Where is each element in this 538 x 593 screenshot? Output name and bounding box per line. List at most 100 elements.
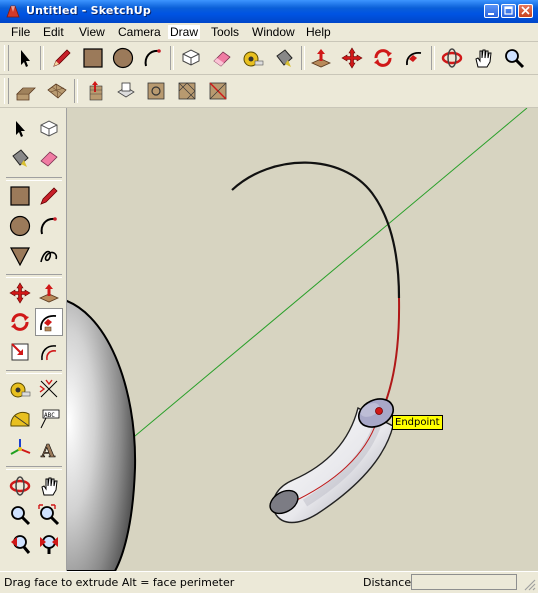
move-tool-button[interactable] — [7, 280, 33, 306]
eraser-icon — [213, 51, 231, 67]
circle-icon — [9, 215, 31, 237]
smoove-icon — [89, 81, 103, 101]
measurement-input[interactable] — [411, 574, 517, 590]
eraser-icon — [40, 151, 58, 167]
tape-measure-tool-button[interactable] — [7, 376, 33, 402]
highlighted-path-segment — [381, 297, 401, 412]
pan-tool-button[interactable] — [36, 473, 62, 499]
orbit-tool-button[interactable] — [439, 45, 465, 71]
sandbox-scratch-button[interactable] — [44, 78, 70, 104]
select-tool-button[interactable] — [11, 45, 37, 71]
menu-edit[interactable]: Edit — [43, 25, 64, 39]
freehand-tool-button[interactable] — [36, 243, 62, 269]
zoom-tool-button[interactable] — [7, 502, 33, 528]
endpoint-marker — [375, 407, 383, 415]
make-component-button[interactable] — [36, 116, 62, 142]
text-label-icon: ABC — [40, 409, 60, 429]
orbit-tool-button[interactable] — [7, 473, 33, 499]
stamp-icon — [117, 82, 135, 98]
rectangle-tool-button[interactable] — [7, 183, 33, 209]
scale-tool-button[interactable] — [7, 339, 33, 365]
hand-icon — [41, 477, 58, 496]
window-title: Untitled - SketchUp — [26, 4, 151, 17]
dimension-icon — [39, 379, 58, 398]
resize-grip-icon[interactable] — [524, 579, 536, 591]
eraser-tool-button[interactable] — [209, 45, 235, 71]
paint-bucket-icon — [12, 149, 29, 167]
eraser-tool-button[interactable] — [36, 145, 62, 171]
protractor-tool-button[interactable] — [7, 406, 33, 432]
rectangle-tool-button[interactable] — [80, 45, 106, 71]
menu-file[interactable]: File — [11, 25, 30, 39]
tape-measure-tool-button[interactable] — [240, 45, 266, 71]
pencil-tool-button[interactable] — [36, 183, 62, 209]
zoom-tool-button[interactable] — [501, 45, 527, 71]
circle-icon — [112, 47, 134, 69]
menu-help[interactable]: Help — [306, 25, 331, 39]
drape-tool-button[interactable] — [143, 78, 169, 104]
arc-tool-button[interactable] — [140, 45, 166, 71]
paint-bucket-tool-button[interactable] — [271, 45, 297, 71]
paint-bucket-icon — [276, 49, 293, 67]
sketchup-app-icon[interactable] — [5, 4, 21, 19]
dimension-tool-button[interactable] — [36, 376, 62, 402]
smoove-tool-button[interactable] — [82, 78, 108, 104]
toolbar-grip[interactable] — [4, 45, 9, 71]
menu-camera[interactable]: Camera — [118, 25, 161, 39]
model-canvas — [67, 108, 528, 571]
menu-draw[interactable]: Draw — [168, 25, 201, 39]
add-detail-tool-button[interactable] — [174, 78, 200, 104]
push-pull-tool-button[interactable] — [308, 45, 334, 71]
polygon-tool-button[interactable] — [7, 243, 33, 269]
zoom-window-tool-button[interactable] — [36, 502, 62, 528]
paint-bucket-tool-button[interactable] — [7, 145, 33, 171]
minimize-button[interactable] — [484, 4, 499, 18]
move-tool-button[interactable] — [339, 45, 365, 71]
close-button[interactable] — [518, 4, 533, 18]
pan-tool-button[interactable] — [470, 45, 496, 71]
hand-icon — [475, 49, 492, 68]
sandbox-contours-button[interactable] — [13, 78, 39, 104]
text-tool-button[interactable]: ABC — [36, 406, 62, 432]
rotate-icon — [11, 313, 29, 331]
magnifier-icon — [11, 506, 31, 526]
rotate-icon — [374, 49, 392, 67]
orbit-icon — [9, 476, 31, 496]
sphere-solid[interactable] — [67, 298, 137, 571]
follow-me-tool-button[interactable] — [401, 45, 427, 71]
add-detail-icon — [178, 82, 196, 100]
flip-edge-tool-button[interactable] — [205, 78, 231, 104]
toolbar-grip[interactable] — [4, 78, 9, 104]
3d-text-icon: A — [40, 441, 57, 460]
previous-view-button[interactable] — [7, 531, 33, 557]
stamp-tool-button[interactable] — [113, 78, 139, 104]
push-pull-tool-button[interactable] — [36, 280, 62, 306]
zoom-previous-icon — [11, 535, 31, 554]
move-icon — [341, 47, 363, 69]
select-tool-button[interactable] — [7, 116, 33, 142]
maximize-button[interactable] — [501, 4, 516, 18]
sweep-path-curve[interactable] — [231, 161, 401, 299]
menu-view[interactable]: View — [79, 25, 105, 39]
follow-me-tool-button[interactable] — [35, 308, 63, 336]
model-viewport[interactable] — [67, 108, 538, 571]
arc-icon — [40, 217, 57, 235]
menu-window[interactable]: Window — [252, 25, 295, 39]
3d-text-tool-button[interactable]: A — [36, 436, 62, 462]
menu-tools[interactable]: Tools — [211, 25, 239, 39]
axes-tool-button[interactable] — [7, 436, 33, 462]
circle-tool-button[interactable] — [110, 45, 136, 71]
pencil-tool-button[interactable] — [49, 45, 75, 71]
axes-icon — [10, 439, 31, 455]
offset-tool-button[interactable] — [36, 339, 62, 365]
arc-tool-button[interactable] — [36, 213, 62, 239]
zoom-extents-button[interactable] — [36, 531, 62, 557]
menu-bar: File Edit View Camera Draw Tools Window … — [0, 23, 538, 42]
rotate-tool-button[interactable] — [370, 45, 396, 71]
arrow-cursor-icon — [16, 121, 25, 137]
make-component-button[interactable] — [178, 45, 204, 71]
rotate-tool-button[interactable] — [7, 309, 33, 335]
tape-measure-icon — [10, 382, 31, 398]
protractor-icon — [10, 411, 30, 427]
circle-tool-button[interactable] — [7, 213, 33, 239]
